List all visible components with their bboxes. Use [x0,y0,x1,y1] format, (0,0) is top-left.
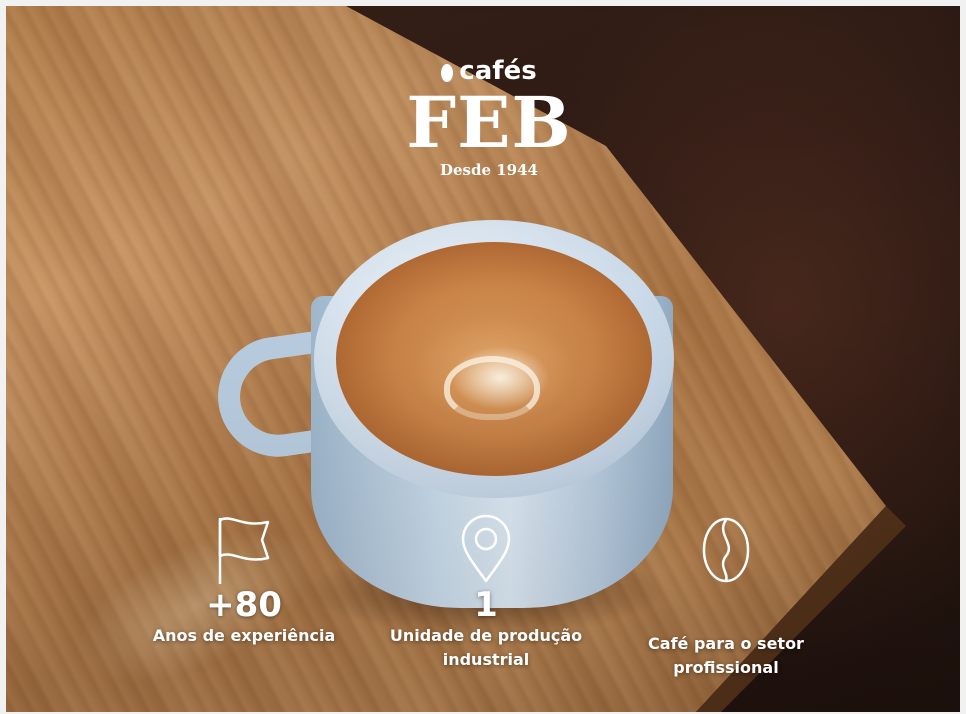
hero-banner: cafés FEB Desde 1944 +80 Anos de experiê… [6,6,960,712]
stat-industrial-unit: 1 Unidade de produção industrial [376,514,596,672]
stat-professional-coffee: Café para o setor profissional [616,516,836,680]
stat-value [616,586,836,630]
logo-bean-icon [441,64,454,82]
flag-icon [218,517,270,584]
logo-name: FEB [406,81,572,164]
stat-label: Anos de experiência [152,626,336,645]
location-pin-icon [461,514,511,583]
stat-value: 1 [474,585,498,625]
stat-label: Café para o setor profissional [648,634,804,677]
coffee-bean-icon [702,517,750,583]
stat-value: +80 [206,585,282,625]
stat-label: Unidade de produção industrial [389,626,583,669]
brand-logo: cafés FEB Desde 1944 [366,56,612,180]
logo-since: Desde 1944 [440,161,538,179]
stat-experience: +80 Anos de experiência [134,514,354,648]
